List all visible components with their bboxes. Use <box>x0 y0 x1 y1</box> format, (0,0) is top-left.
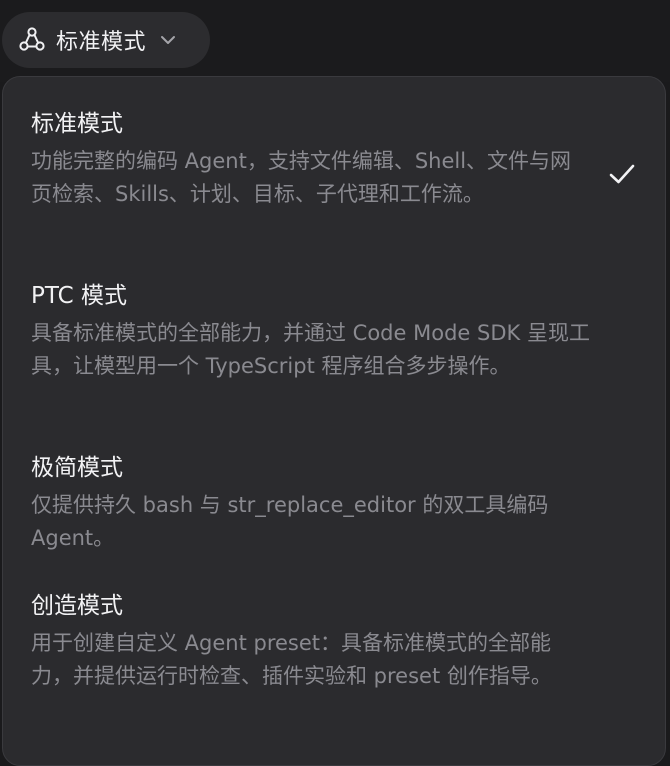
option-description: 具备标准模式的全部能力，并通过 Code Mode SDK 呈现工具，让模型用一… <box>31 321 590 378</box>
top-bar: 标准模式 <box>0 0 670 82</box>
share-nodes-icon <box>19 27 45 51</box>
check-icon <box>609 164 635 184</box>
chevron-down-icon <box>161 36 176 44</box>
option-description: 仅提供持久 bash 与 str_replace_editor 的双工具编码 A… <box>31 493 549 550</box>
option-description: 功能完整的编码 Agent，支持文件编辑、Shell、文件与网页检索、Skill… <box>31 149 572 206</box>
option-title: 极简模式 <box>31 455 123 481</box>
menu-option-minimal[interactable]: 极简模式 仅提供持久 bash 与 str_replace_editor 的双工… <box>31 453 591 555</box>
mode-dropdown-menu: 标准模式 功能完整的编码 Agent，支持文件编辑、Shell、文件与网页检索、… <box>2 76 666 766</box>
menu-option-ptc[interactable]: PTC 模式 具备标准模式的全部能力，并通过 Code Mode SDK 呈现工… <box>31 281 591 383</box>
option-description: 用于创建自定义 Agent preset：具备标准模式的全部能力，并提供运行时检… <box>31 631 552 688</box>
menu-option-standard[interactable]: 标准模式 功能完整的编码 Agent，支持文件编辑、Shell、文件与网页检索、… <box>31 109 591 211</box>
option-title: PTC 模式 <box>31 283 127 309</box>
mode-selector-button[interactable]: 标准模式 <box>2 12 210 68</box>
menu-option-create[interactable]: 创造模式 用于创建自定义 Agent preset：具备标准模式的全部能力，并提… <box>31 591 591 693</box>
option-title: 创造模式 <box>31 593 123 619</box>
mode-selector-label: 标准模式 <box>56 30 147 55</box>
option-title: 标准模式 <box>31 111 123 137</box>
